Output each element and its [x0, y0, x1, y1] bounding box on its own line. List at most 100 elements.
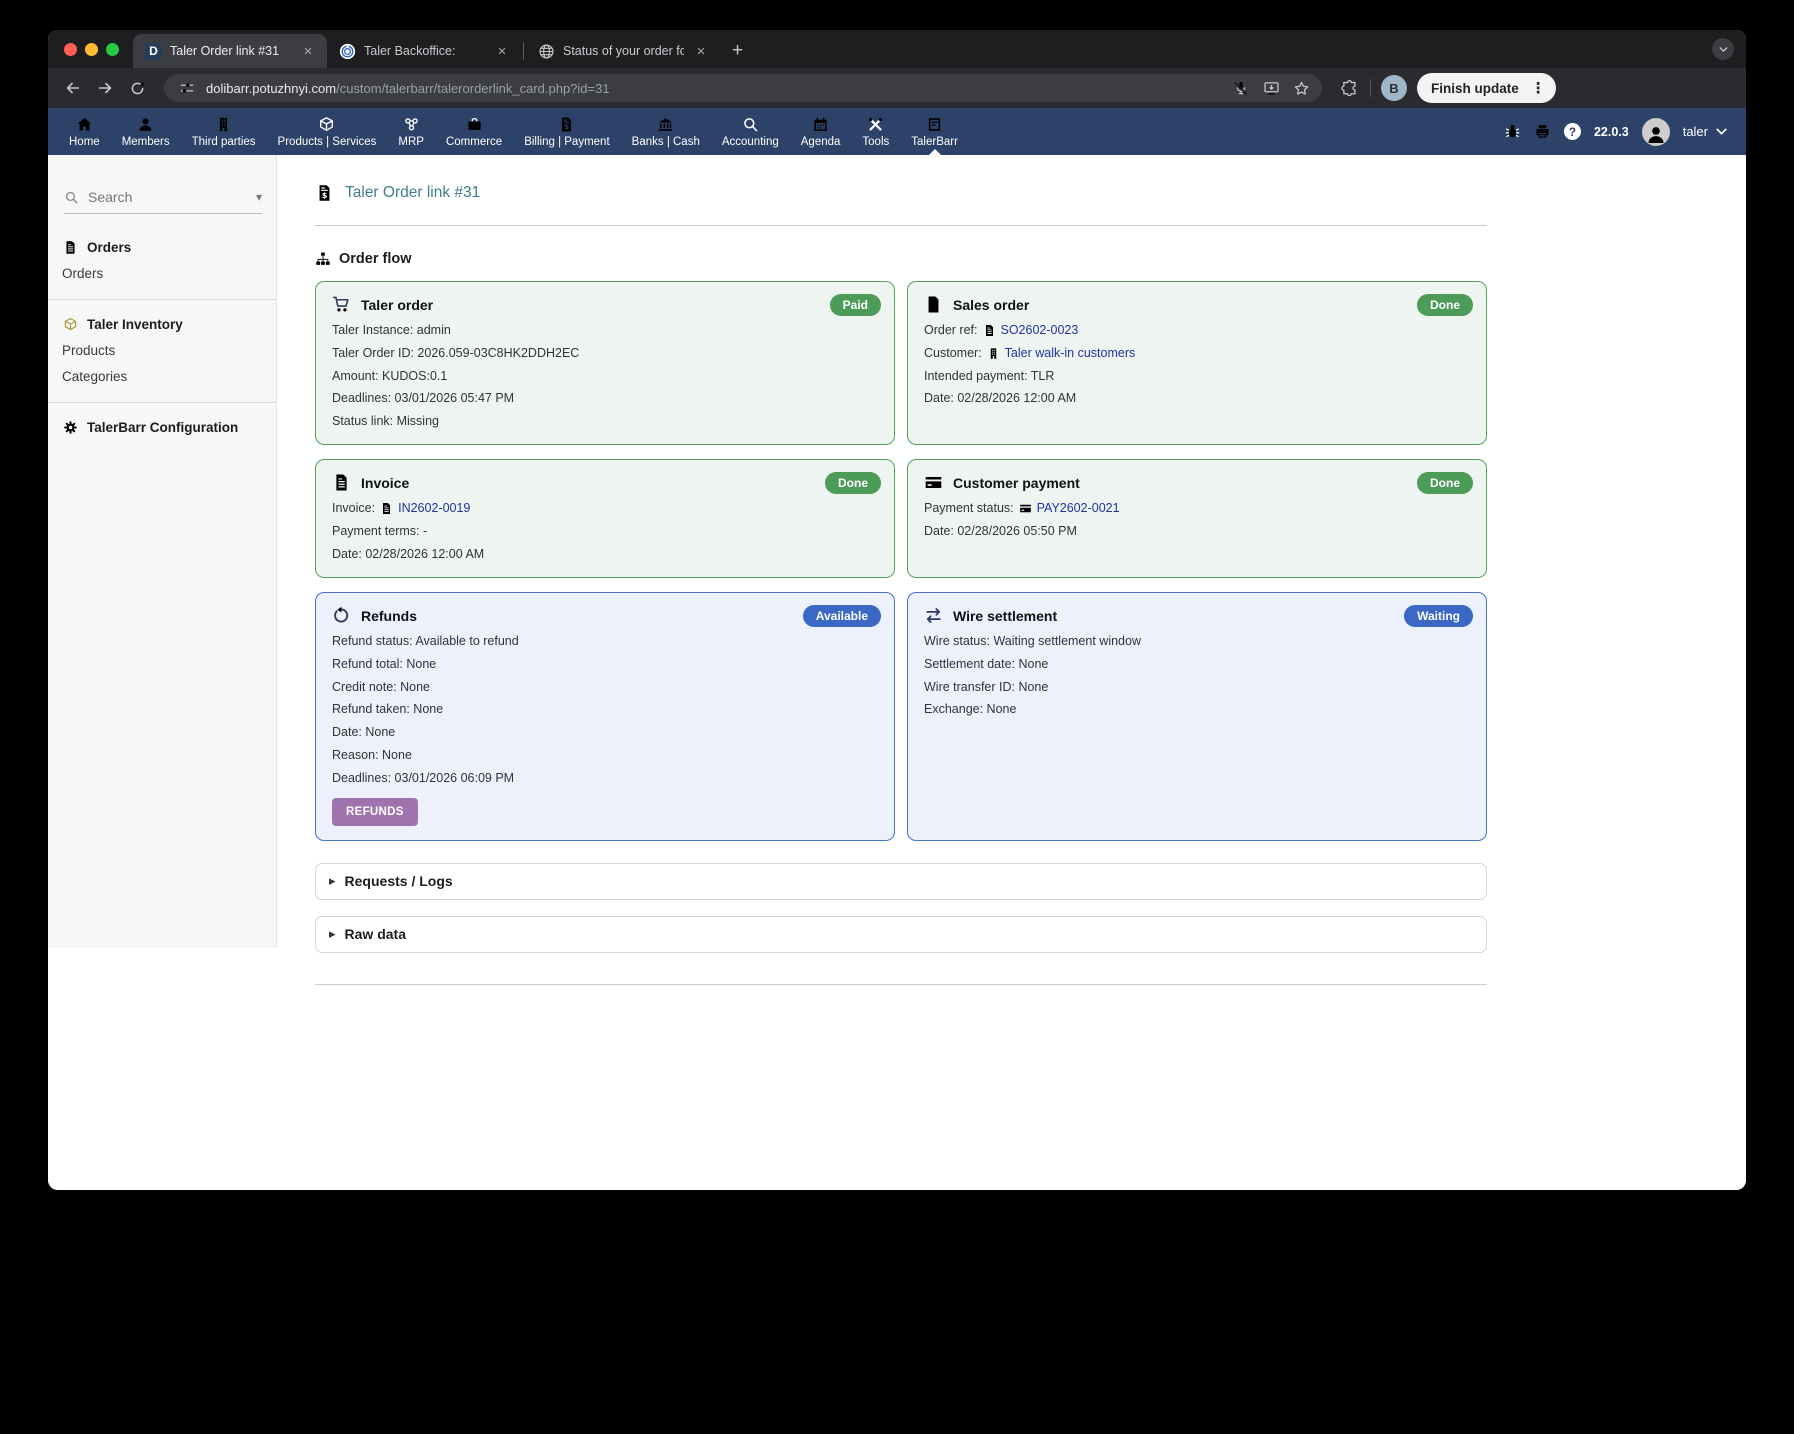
gear-icon [63, 420, 78, 435]
divider [315, 225, 1487, 226]
bank-icon [657, 116, 674, 133]
status-badge-available: Available [803, 605, 881, 627]
payment-card-icon [1019, 502, 1032, 515]
nav-banks-cash[interactable]: Banks | Cash [621, 108, 711, 155]
sidebar-section-title: Orders [48, 240, 276, 255]
nav-label: Home [69, 136, 100, 148]
profile-avatar[interactable]: B [1381, 75, 1407, 101]
tab-title: Status of your order forSync [563, 44, 684, 58]
nav-label: Members [122, 136, 170, 148]
address-bar[interactable]: dolibarr.potuzhnyi.com/custom/talerbarr/… [164, 74, 1322, 102]
order-flow-grid: Taler order Paid Taler Instance: admin T… [315, 281, 1487, 841]
tab-order-status[interactable]: Status of your order forSync × [526, 34, 720, 68]
field-label: Customer: [924, 345, 982, 362]
sales-order-link[interactable]: SO2602-0023 [1001, 322, 1079, 339]
card-wire-settlement: Wire settlement Waiting Wire status: Wai… [907, 592, 1487, 841]
nav-mrp[interactable]: MRP [387, 108, 435, 155]
close-icon[interactable]: × [299, 43, 317, 60]
chevron-down-icon[interactable]: ▾ [256, 190, 262, 204]
raw-data-section[interactable]: ▸ Raw data [315, 916, 1487, 953]
chevron-right-icon: ▸ [329, 926, 336, 942]
nodes-icon [403, 116, 420, 133]
browser-menu-icon[interactable]: ⋮ [1527, 79, 1550, 97]
card-line: Taler Order ID: 2026.059-03C8HK2DDH2EC [332, 345, 878, 362]
order-flow-label: Order flow [339, 251, 412, 267]
field-label: Order ref: [924, 322, 978, 339]
back-button[interactable] [60, 75, 86, 101]
cart-icon [332, 295, 351, 314]
card-invoice: Invoice Done Invoice: IN2602-0019 Paymen… [315, 459, 895, 578]
card-title: Taler order [361, 297, 433, 313]
help-icon[interactable]: ? [1564, 123, 1581, 140]
nav-billing-payment[interactable]: Billing | Payment [513, 108, 620, 155]
file-icon [924, 295, 943, 314]
extensions-puzzle-icon[interactable] [1338, 77, 1360, 99]
card-line: Payment status: PAY2602-0021 [924, 500, 1470, 517]
card-line: Settlement date: None [924, 656, 1470, 673]
requests-logs-section[interactable]: ▸ Requests / Logs [315, 863, 1487, 900]
field-label: Payment status: [924, 500, 1014, 517]
bug-icon[interactable] [1504, 123, 1521, 140]
nav-members[interactable]: Members [111, 108, 181, 155]
nav-third-parties[interactable]: Third parties [181, 108, 267, 155]
close-icon[interactable]: × [493, 43, 511, 60]
close-window-button[interactable] [64, 43, 77, 56]
person-icon [137, 116, 154, 133]
finish-update-button[interactable]: Finish update⋮ [1417, 73, 1556, 103]
reload-button[interactable] [124, 75, 150, 101]
refunds-button[interactable]: REFUNDS [332, 798, 418, 826]
sidebar: ▾ Orders Orders Taler Inventory Products… [48, 155, 277, 948]
tab-taler-backoffice[interactable]: Taler Backoffice: × [327, 34, 521, 68]
sidebar-item-categories[interactable]: Categories [48, 358, 276, 384]
payment-link[interactable]: PAY2602-0021 [1037, 500, 1120, 517]
user-avatar[interactable] [1642, 118, 1670, 146]
forward-button[interactable] [92, 75, 118, 101]
tab-search-button[interactable] [1712, 38, 1734, 60]
zoom-window-button[interactable] [106, 43, 119, 56]
card-taler-order: Taler order Paid Taler Instance: admin T… [315, 281, 895, 445]
bill-icon [558, 116, 575, 133]
taler-order-doc-icon [315, 182, 334, 204]
sidebar-item-products[interactable]: Products [48, 332, 276, 358]
sidebar-section-title[interactable]: TalerBarr Configuration [48, 420, 276, 435]
order-flow-heading: Order flow [315, 251, 1487, 267]
new-tab-button[interactable]: + [720, 40, 753, 68]
mic-off-icon[interactable] [1230, 77, 1252, 99]
search-input[interactable] [88, 189, 247, 205]
close-icon[interactable]: × [692, 43, 710, 60]
site-settings-icon[interactable] [176, 77, 198, 99]
person-icon [1645, 124, 1667, 146]
nav-agenda[interactable]: Agenda [790, 108, 852, 155]
chevron-right-icon: ▸ [329, 873, 336, 889]
invoice-icon [332, 473, 351, 492]
card-refunds: Refunds Available Refund status: Availab… [315, 592, 895, 841]
nav-label: Products | Services [278, 136, 377, 148]
status-badge-done: Done [1417, 472, 1473, 494]
doc-icon [983, 324, 996, 337]
sidebar-section-orders: Orders Orders [48, 240, 276, 281]
bookmark-star-icon[interactable] [1290, 77, 1312, 99]
browser-window: D Taler Order link #31 × Taler Backoffic… [48, 30, 1746, 1190]
divider [1370, 79, 1371, 97]
sidebar-item-orders[interactable]: Orders [48, 255, 276, 281]
page-title: Taler Order link #31 [315, 182, 1487, 204]
card-line: Credit note: None [332, 679, 878, 696]
install-app-icon[interactable] [1260, 77, 1282, 99]
invoice-link[interactable]: IN2602-0019 [398, 500, 470, 517]
nav-home[interactable]: Home [58, 108, 111, 155]
tab-taler-order-link[interactable]: D Taler Order link #31 × [133, 34, 327, 68]
nav-tools[interactable]: Tools [851, 108, 900, 155]
building-icon [987, 347, 1000, 360]
user-menu[interactable]: taler [1683, 123, 1730, 140]
nav-products-services[interactable]: Products | Services [267, 108, 388, 155]
minimize-window-button[interactable] [85, 43, 98, 56]
nav-talerbarr[interactable]: TalerBarr [900, 108, 969, 155]
card-line: Payment terms: - [332, 523, 878, 540]
customer-link[interactable]: Taler walk-in customers [1005, 345, 1136, 362]
printer-icon[interactable] [1534, 123, 1551, 140]
field-label: Invoice: [332, 500, 375, 517]
card-title: Invoice [361, 475, 409, 491]
nav-commerce[interactable]: Commerce [435, 108, 513, 155]
main-area: Taler Order link #31 Order flow Taler or… [277, 155, 1746, 1190]
nav-accounting[interactable]: Accounting [711, 108, 790, 155]
